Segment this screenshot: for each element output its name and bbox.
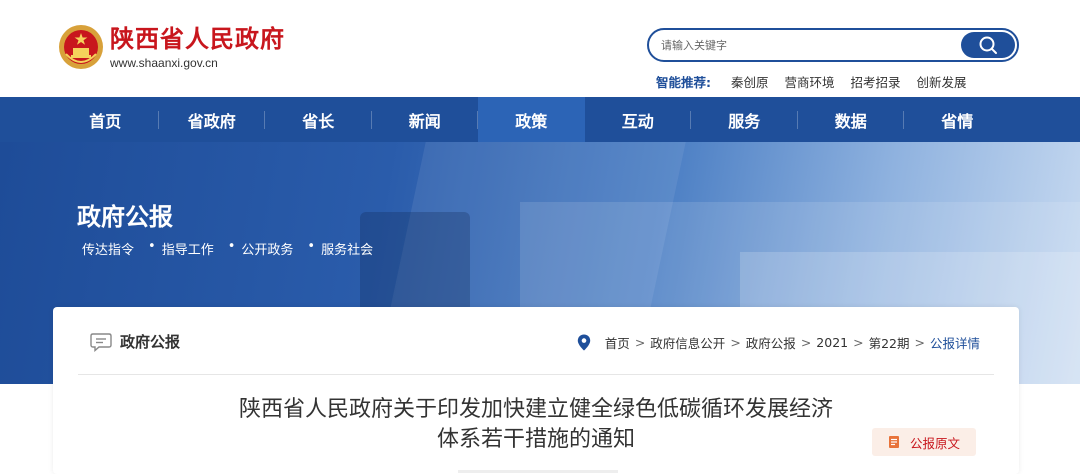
article-title: 陕西省人民政府关于印发加快建立健全绿色低碳循环发展经济 体系若干措施的通知 — [153, 395, 919, 455]
nav-label: 省政府 — [187, 111, 236, 131]
search-box — [647, 28, 1019, 62]
banner-tags: 传达指令 • 指导工作 • 公开政务 • 服务社会 — [82, 239, 387, 258]
banner-tag: 传达指令 — [82, 243, 135, 258]
nav-item-services[interactable]: 服务 — [691, 97, 798, 142]
national-emblem-icon — [59, 25, 103, 69]
nav-item-policy[interactable]: 政策 — [478, 97, 585, 142]
nav-item-home[interactable]: 首页 — [52, 97, 159, 142]
section-title: 政府公报 — [120, 333, 181, 351]
nav-label: 政策 — [515, 111, 548, 131]
nav-label: 首页 — [89, 111, 122, 131]
search-input[interactable] — [661, 36, 951, 54]
site-url: www.shaanxi.gov.cn — [110, 56, 218, 70]
breadcrumb-link[interactable]: 第22期 — [869, 333, 910, 352]
bullet-icon: • — [307, 239, 316, 254]
bullet-icon: • — [148, 239, 156, 254]
document-icon — [888, 436, 899, 448]
breadcrumb-link[interactable]: 政府信息公开 — [650, 333, 725, 352]
banner-tag: 指导工作 — [161, 243, 214, 258]
breadcrumb-separator: > — [634, 335, 646, 350]
main-nav: 首页 省政府 省长 新闻 政策 互动 服务 数据 省情 — [0, 97, 1080, 142]
nav-label: 新闻 — [408, 111, 441, 131]
nav-item-interaction[interactable]: 互动 — [585, 97, 691, 142]
breadcrumb-link[interactable]: 首页 — [605, 333, 630, 352]
content-header: 政府公报 首页 > 政府信息公开 > 政府公报 > 2021 > 第22期 > … — [78, 307, 994, 375]
article-title-line: 体系若干措施的通知 — [436, 427, 635, 452]
search-button[interactable] — [961, 32, 1015, 58]
breadcrumb-link[interactable]: 政府公报 — [746, 333, 796, 352]
breadcrumb-current: 公报详情 — [929, 336, 980, 351]
section-heading: 政府公报 — [90, 331, 180, 352]
nav-item-government[interactable]: 省政府 — [159, 97, 265, 142]
banner-tag: 公开政务 — [241, 243, 294, 258]
recommend-link[interactable]: 招考招录 — [851, 72, 901, 91]
original-document-label: 公报原文 — [909, 435, 960, 451]
nav-item-governor[interactable]: 省长 — [265, 97, 372, 142]
breadcrumb-separator: > — [853, 335, 864, 350]
nav-label: 数据 — [834, 111, 867, 131]
site-header: 陕西省人民政府 www.shaanxi.gov.cn 智能推荐: 秦创原 营商环… — [0, 0, 1080, 97]
recommend-label: 智能推荐: — [656, 75, 711, 90]
bullet-icon: • — [227, 239, 236, 254]
article-title-line: 陕西省人民政府关于印发加快建立健全绿色低碳循环发展经济 — [238, 397, 833, 422]
original-document-button[interactable]: 公报原文 — [872, 428, 976, 456]
nav-item-news[interactable]: 新闻 — [372, 97, 478, 142]
nav-label: 互动 — [621, 111, 654, 131]
breadcrumb: 首页 > 政府信息公开 > 政府公报 > 2021 > 第22期 > 公报详情 — [577, 333, 980, 352]
site-name: 陕西省人民政府 — [110, 25, 285, 53]
search-icon — [979, 36, 997, 54]
site-logo[interactable]: 陕西省人民政府 www.shaanxi.gov.cn — [58, 24, 285, 70]
nav-item-province-info[interactable]: 省情 — [904, 97, 1011, 142]
title-divider — [458, 470, 618, 473]
nav-label: 省长 — [302, 111, 335, 131]
content-card: 政府公报 首页 > 政府信息公开 > 政府公报 > 2021 > 第22期 > … — [53, 307, 1019, 474]
nav-item-data[interactable]: 数据 — [798, 97, 904, 142]
banner-title: 政府公报 — [77, 203, 173, 231]
nav-label: 省情 — [941, 111, 974, 131]
recommend-link[interactable]: 营商环境 — [785, 72, 835, 91]
breadcrumb-separator: > — [730, 335, 741, 350]
breadcrumb-separator: > — [800, 335, 812, 350]
breadcrumb-separator: > — [914, 335, 925, 350]
recommend-link[interactable]: 秦创原 — [731, 72, 769, 91]
breadcrumb-link[interactable]: 2021 — [816, 335, 848, 350]
smart-recommend: 智能推荐: 秦创原 营商环境 招考招录 创新发展 — [656, 72, 967, 91]
location-pin-icon — [577, 334, 590, 351]
banner-tag: 服务社会 — [321, 243, 374, 258]
message-icon — [90, 332, 112, 352]
recommend-link[interactable]: 创新发展 — [917, 72, 967, 91]
nav-label: 服务 — [728, 111, 761, 131]
